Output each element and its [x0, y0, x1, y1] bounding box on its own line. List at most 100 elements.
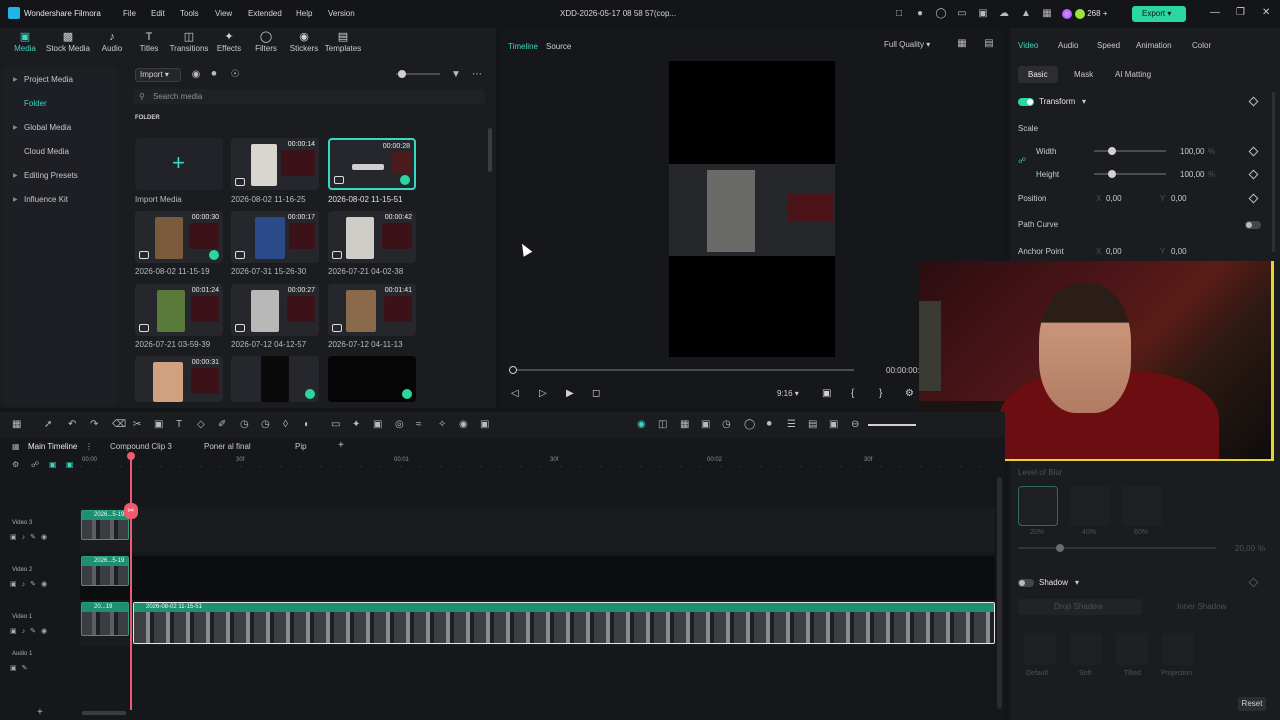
track-controls-icon[interactable]: ▣♪✎◉	[10, 533, 52, 541]
mixer-icon[interactable]: ☰	[787, 419, 796, 430]
media-item[interactable]: 00:00:14	[231, 138, 319, 190]
reset-button[interactable]: Reset	[1238, 697, 1266, 711]
height-slider-knob[interactable]	[1108, 170, 1116, 178]
more-icon[interactable]: ⋯	[471, 69, 483, 81]
media-item[interactable]: 00:00:17	[231, 211, 319, 263]
timeline-clip[interactable]: 2026...5-19	[81, 510, 129, 540]
motion-icon[interactable]: ◷	[722, 419, 731, 430]
menu-edit[interactable]: Edit	[151, 9, 165, 18]
zoom-slider[interactable]	[396, 70, 440, 78]
timeline-zoom-slider[interactable]	[868, 424, 916, 426]
timer-icon[interactable]: ◷	[261, 419, 270, 430]
shadow-preset-soft[interactable]	[1070, 633, 1102, 665]
ripple-icon[interactable]: ▣	[66, 460, 74, 469]
shield-icon[interactable]: ◯	[744, 419, 755, 430]
layout-icon[interactable]: ▦	[12, 419, 21, 430]
caret-right-icon[interactable]: ▶	[13, 124, 18, 131]
width-value[interactable]: 100,00	[1180, 147, 1204, 156]
inner-shadow-tab[interactable]: Inner Shadow	[1177, 602, 1226, 611]
add-tab-icon[interactable]: +	[338, 440, 344, 451]
filter-icon[interactable]: ▼	[450, 69, 462, 81]
media-item[interactable]: 00:00:27	[231, 284, 319, 336]
tag-icon[interactable]: ◇	[197, 419, 205, 430]
monitor-icon[interactable]: ▭	[956, 8, 968, 20]
sidebar-item-project-media[interactable]: Project Media	[24, 75, 73, 84]
track-video-3[interactable]	[80, 508, 995, 552]
magnet-icon[interactable]: ▣	[49, 460, 57, 469]
play-icon[interactable]: ▶	[566, 388, 574, 399]
save-icon[interactable]: ▣	[977, 8, 989, 20]
tab-stickers[interactable]: ◉ Stickers	[282, 30, 326, 60]
anchor-x-value[interactable]: 0,00	[1106, 247, 1122, 256]
media-item-selected[interactable]: 00:00:28	[328, 138, 416, 190]
playhead[interactable]	[130, 455, 132, 710]
tab-video[interactable]: Video	[1018, 41, 1038, 50]
ai-icon[interactable]: ☉	[229, 69, 241, 81]
path-curve-toggle[interactable]	[1245, 221, 1261, 229]
mark-in-icon[interactable]: {	[851, 388, 854, 399]
tab-stock-media[interactable]: ▩ Stock Media	[44, 30, 92, 60]
height-value[interactable]: 100,00	[1180, 170, 1204, 179]
blur-preset-40[interactable]	[1070, 486, 1110, 526]
split-icon[interactable]: ▭	[331, 419, 340, 430]
credits-badge[interactable]: 268 +	[1062, 7, 1122, 21]
step-back-icon[interactable]: ◁	[511, 388, 519, 399]
subtitle-icon[interactable]: ▤	[808, 419, 817, 430]
zoom-fit-icon[interactable]: ▣	[480, 419, 489, 430]
media-item[interactable]: 00:01:24	[135, 284, 223, 336]
redo-icon[interactable]: ↷	[90, 419, 98, 430]
menu-file[interactable]: File	[123, 9, 136, 18]
tab-color[interactable]: Color	[1192, 41, 1211, 50]
headset-icon[interactable]: ◯	[935, 8, 947, 20]
height-slider[interactable]	[1094, 173, 1166, 175]
media-item[interactable]: 00:00:30	[135, 211, 223, 263]
sidebar-item-global-media[interactable]: Global Media	[24, 123, 71, 132]
link-tracks-icon[interactable]: ☍	[31, 460, 39, 469]
replace-icon[interactable]: ▣	[829, 419, 838, 430]
select-icon[interactable]: ➚	[44, 419, 52, 430]
timeline-clip[interactable]: 2026...5-19	[81, 556, 129, 586]
search-input[interactable]: Search media	[133, 89, 485, 104]
crop-icon[interactable]: ▣	[154, 419, 163, 430]
settings-icon[interactable]: ⚙	[905, 388, 914, 399]
ai-effects-icon[interactable]: ✧	[438, 419, 446, 430]
timeline-clip-main[interactable]: 2026-08-02 11-15-51	[133, 602, 995, 644]
tab-templates[interactable]: ▤ Templates	[321, 30, 365, 60]
media-scrollbar[interactable]	[488, 128, 492, 172]
cloud-icon[interactable]: ☁	[998, 8, 1010, 20]
tab-speed[interactable]: Speed	[1097, 41, 1120, 50]
tab-pip[interactable]: Pip	[295, 442, 307, 451]
grid-icon[interactable]: ▦	[956, 38, 968, 50]
scissors-cut-icon[interactable]: ✂	[124, 503, 138, 519]
zoom-knob[interactable]	[398, 70, 406, 78]
media-item[interactable]	[328, 356, 416, 402]
scissors-icon[interactable]: ✂	[133, 419, 141, 430]
speed-icon[interactable]: ◷	[240, 419, 249, 430]
media-item[interactable]: 00:00:42	[328, 211, 416, 263]
position-x-value[interactable]: 0,00	[1106, 194, 1122, 203]
track-controls-icon[interactable]: ▣♪✎◉	[10, 627, 52, 635]
ai-mode-icon[interactable]: ◉	[637, 419, 646, 430]
chevron-down-icon[interactable]: ▾	[1075, 578, 1079, 587]
caret-right-icon[interactable]: ▶	[13, 196, 18, 203]
zoom-out-icon[interactable]: ⊖	[851, 419, 859, 430]
palette-icon[interactable]: ◉	[459, 419, 468, 430]
timeline-vertical-scrollbar[interactable]	[997, 477, 1002, 709]
width-slider[interactable]	[1094, 150, 1166, 152]
bell-icon[interactable]: ▲	[1020, 8, 1032, 20]
sidebar-item-cloud-media[interactable]: Cloud Media	[24, 147, 69, 156]
sidebar-item-influence-kit[interactable]: Influence Kit	[24, 195, 68, 204]
track-audio-1[interactable]	[80, 648, 995, 678]
media-item[interactable]: 00:00:31	[135, 356, 223, 402]
shadow-preset-default[interactable]	[1024, 633, 1056, 665]
caret-right-icon[interactable]: ▶	[13, 76, 18, 83]
gift-icon[interactable]: □	[893, 8, 905, 20]
subtab-mask[interactable]: Mask	[1064, 66, 1103, 83]
menu-tools[interactable]: Tools	[180, 9, 199, 18]
snap-icon[interactable]: ◫	[658, 419, 667, 430]
tab-audio-props[interactable]: Audio	[1058, 41, 1078, 50]
link-icon[interactable]: ☍	[1018, 156, 1026, 165]
shadow-toggle[interactable]	[1018, 579, 1034, 587]
chevron-down-icon[interactable]: ▾	[1082, 97, 1086, 106]
menu-view[interactable]: View	[215, 9, 232, 18]
